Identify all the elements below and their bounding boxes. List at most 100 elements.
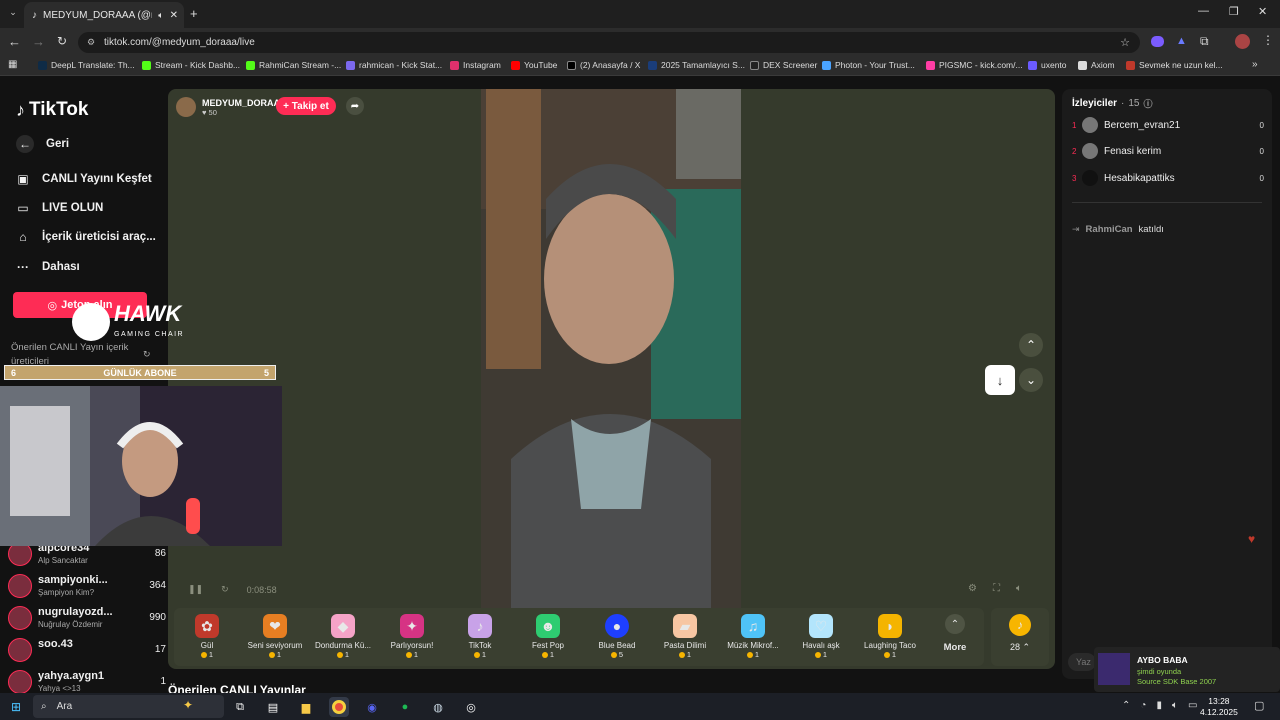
gift-rose[interactable]: ✿ Gül 1 (172, 614, 242, 659)
microphone-icon[interactable]: ▮ (1156, 700, 1162, 711)
video-camera-icon: ▭ (17, 201, 29, 215)
site-info-icon[interactable]: ⚙ (87, 37, 95, 48)
sidebar-item-back[interactable]: ← Geri (16, 135, 69, 153)
next-stream-button[interactable]: ⌄ (1019, 368, 1043, 392)
list-item[interactable]: soo.43 17 (8, 636, 166, 664)
apps-grid-icon[interactable]: ▦ (8, 59, 17, 70)
gift-ice-cream[interactable]: ◆ Dondurma Kü... 1 (308, 614, 378, 659)
gift-blue-bead[interactable]: ● Blue Bead 5 (582, 614, 652, 659)
info-icon[interactable]: ⓘ (1144, 97, 1153, 110)
bookmark-deepl[interactable]: DeepL Translate: Th... (38, 60, 135, 70)
extension-icon[interactable] (1151, 36, 1164, 47)
taskbar-clock[interactable]: 13:28 4.12.2025 (1200, 696, 1238, 718)
browser-menu-icon[interactable]: ⋮ (1262, 33, 1274, 47)
bookmark-youtube[interactable]: YouTube (511, 60, 557, 70)
bookmark-axiom[interactable]: Axiom (1078, 60, 1115, 70)
tray-app-icon[interactable]: ◔ (1140, 700, 1146, 711)
tab-close-icon[interactable]: ✕ (170, 10, 178, 21)
bookmark-uxento[interactable]: uxento (1028, 60, 1067, 70)
bookmarks-overflow-icon[interactable]: » (1252, 59, 1258, 70)
settings-icon[interactable]: ⚙ (968, 583, 977, 594)
cool-love-gift-icon: ♡ (809, 614, 833, 638)
restore-icon[interactable]: ❐ (1229, 5, 1239, 18)
avatar (8, 638, 32, 662)
chat-input[interactable]: Yaz (1068, 653, 1096, 671)
profile-avatar[interactable] (1235, 34, 1250, 49)
spotify-icon[interactable]: ● (395, 697, 415, 717)
forward-icon[interactable]: → (32, 34, 45, 49)
speaker-icon[interactable]: 🔈︎ (158, 10, 163, 21)
app-icon[interactable]: ▤ (263, 697, 283, 717)
window-close-icon[interactable]: ✕ (1258, 5, 1267, 18)
viewer-row[interactable]: 3 Hesabikapattiks 0 (1072, 168, 1264, 188)
windows-start-icon[interactable]: ⊞ (6, 697, 26, 717)
new-tab-icon[interactable]: + (190, 6, 198, 21)
refresh-stream-icon[interactable]: ↻ (221, 584, 229, 595)
tiktok-logo[interactable]: ♪ TikTok (16, 99, 88, 121)
coin-balance-button[interactable]: ♪ 28 ⌃ (991, 608, 1049, 666)
live-stream-player[interactable]: MEDYUM_DORAAA ♥ 50 + Takip et ➦ ⌃ ⌄ ↓ ❚❚ (168, 89, 1055, 669)
gift-love[interactable]: ❤ Seni seviyorum 1 (240, 614, 310, 659)
gift-tiktok[interactable]: ♪ TikTok 1 (445, 614, 515, 659)
sidebar-item-go-live[interactable]: ▭ LIVE OLUN (16, 201, 103, 215)
list-item[interactable]: sampiyonki... Şampiyon Kim? 364 (8, 572, 166, 600)
gift-fest-pop[interactable]: ☻ Fest Pop 1 (513, 614, 583, 659)
address-bar[interactable]: ⚙ tiktok.com/@medyum_doraaa/live ☆ (78, 32, 1140, 53)
file-explorer-icon[interactable]: ▆ (296, 697, 316, 717)
tray-overflow-icon[interactable]: ⌃ (1122, 700, 1130, 711)
gift-cool-love[interactable]: ♡ Havalı aşk 1 (786, 614, 856, 659)
bookmark-pigsmc[interactable]: PIGSMC - kick.com/... (926, 60, 1023, 70)
bookmark-favicon-icon (567, 60, 576, 70)
follow-button[interactable]: + Takip et (276, 97, 336, 115)
steam-friend-notification[interactable]: AYBO BABA şimdi oyunda Source SDK Base 2… (1094, 647, 1280, 692)
bookmark-star-icon[interactable]: ☆ (1120, 36, 1130, 49)
task-view-icon[interactable]: ⧉ (230, 697, 250, 717)
reload-icon[interactable]: ↻ (57, 34, 67, 48)
bookmark-dex-screener[interactable]: DEX Screener (750, 60, 817, 70)
list-item[interactable]: yahya.aygn1 Yahya <>13 1 (8, 668, 166, 696)
gift-taco[interactable]: ◗ Laughing Taco 1 (855, 614, 925, 659)
chrome-icon[interactable] (329, 697, 349, 717)
gift-shine[interactable]: ✦ Parlıyorsun! 1 (377, 614, 447, 659)
download-icon[interactable]: ↓ (985, 365, 1015, 395)
share-icon[interactable]: ➦ (346, 97, 364, 115)
sidebar-item-explore-live[interactable]: ▣ CANLI Yayını Keşfet (16, 172, 151, 186)
browser-tab[interactable]: ♪ MEDYUM_DORAAA (@med 🔈︎ ✕ (24, 2, 184, 28)
gift-cake[interactable]: ▰ Pasta Dilimi 1 (650, 614, 720, 659)
bookmark-rahmican-stream[interactable]: RahmiCan Stream -... (246, 60, 341, 70)
tab-search-icon[interactable]: ⌄ (6, 7, 20, 21)
obs-icon[interactable]: ◎ (461, 697, 481, 717)
gift-microphone[interactable]: ♫ Müzik Mikrof... 1 (718, 614, 788, 659)
extension-triangle-icon[interactable]: ▲ (1176, 35, 1187, 47)
search-highlight-icon: ✦ (183, 698, 194, 712)
back-icon[interactable]: ← (8, 34, 21, 49)
notification-center-icon[interactable]: ▢ (1254, 699, 1264, 712)
volume-icon[interactable]: 🔈︎ (1016, 583, 1022, 594)
viewer-row[interactable]: 2 Fenasi kerim 0 (1072, 141, 1264, 161)
sidebar-item-creator-tools[interactable]: ⌂ İçerik üreticisi araç... (16, 230, 155, 244)
previous-stream-button[interactable]: ⌃ (1019, 333, 1043, 357)
pause-icon[interactable]: ❚❚ (188, 584, 203, 595)
steam-icon[interactable]: ◍ (428, 697, 448, 717)
taskbar-search[interactable]: ⌕ Ara ✦ (33, 695, 224, 718)
viewer-row[interactable]: 1 Bercem_evran21 0 (1072, 115, 1264, 135)
more-gifts-button[interactable]: ⌃ More (932, 614, 978, 653)
bookmark-tamamlayici[interactable]: 2025 Tamamlayıcı S... (648, 60, 745, 70)
refresh-icon[interactable]: ↻ (143, 349, 151, 360)
network-icon[interactable]: ▭ (1188, 700, 1197, 711)
discord-icon[interactable]: ◉ (362, 697, 382, 717)
sidebar-item-more[interactable]: ··· Dahası (16, 260, 80, 274)
minimize-icon[interactable]: — (1198, 5, 1209, 17)
bookmark-x[interactable]: (2) Anasayfa / X (567, 60, 640, 70)
bookmark-sevmek[interactable]: Sevmek ne uzun kel... (1126, 60, 1223, 70)
bookmark-instagram[interactable]: Instagram (450, 60, 501, 70)
fullscreen-icon[interactable]: ⛶ (993, 583, 1000, 594)
bookmark-kick-stats[interactable]: rahmican - Kick Stat... (346, 60, 442, 70)
volume-icon[interactable]: 🔈︎ (1172, 700, 1178, 711)
bookmark-photon[interactable]: Photon - Your Trust... (822, 60, 915, 70)
extensions-puzzle-icon[interactable]: ⧉ (1200, 34, 1209, 49)
host-info[interactable]: MEDYUM_DORAAA ♥ 50 (176, 97, 287, 117)
bookmark-kick-dashboard[interactable]: Stream - Kick Dashb... (142, 60, 240, 70)
list-item[interactable]: nugrulayozd... Nuğrulay Özdemir 990 (8, 604, 166, 632)
host-avatar[interactable] (176, 97, 196, 117)
